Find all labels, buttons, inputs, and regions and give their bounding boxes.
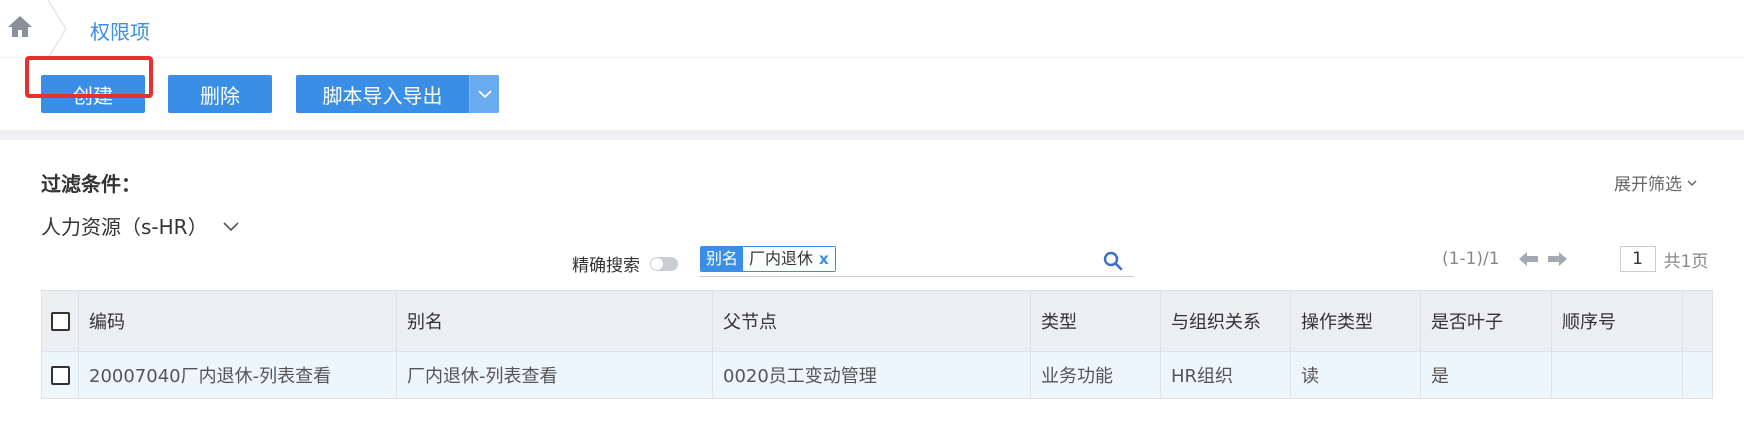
column-header[interactable]: 顺序号 bbox=[1552, 291, 1683, 351]
expand-filter-label: 展开筛选 bbox=[1614, 175, 1682, 195]
exact-search-toggle[interactable] bbox=[650, 256, 678, 271]
filter-title: 过滤条件： bbox=[41, 172, 141, 196]
permissions-table: 编码 别名 父节点 类型 与组织关系 操作类型 是否叶子 顺序号 2000704… bbox=[41, 290, 1713, 399]
filter-tag-value: 厂内退休 bbox=[749, 249, 814, 268]
table-cell: 业务功能 bbox=[1031, 352, 1161, 398]
table-cell: 厂内退休-列表查看 bbox=[397, 352, 713, 398]
department-selector[interactable]: 人力资源（s-HR） bbox=[41, 211, 240, 240]
row-select-cell bbox=[42, 352, 79, 398]
department-label: 人力资源（s-HR） bbox=[41, 215, 208, 239]
script-dropdown-toggle[interactable] bbox=[469, 75, 499, 113]
chevron-down-icon bbox=[477, 90, 492, 99]
table-cell: 读 bbox=[1291, 352, 1421, 398]
create-button[interactable]: 创建 bbox=[41, 75, 145, 113]
table-cell bbox=[1552, 352, 1683, 398]
pager-range: (1-1)/1 bbox=[1442, 249, 1500, 269]
pager-total: 共1页 bbox=[1663, 251, 1709, 272]
table-row[interactable]: 20007040厂内退休-列表查看 厂内退休-列表查看 0020员工变动管理 业… bbox=[42, 352, 1712, 398]
table-cell: HR组织 bbox=[1161, 352, 1291, 398]
row-checkbox[interactable] bbox=[51, 365, 70, 385]
select-all-cell bbox=[42, 291, 79, 351]
section-divider bbox=[0, 130, 1744, 140]
table-header: 编码 别名 父节点 类型 与组织关系 操作类型 是否叶子 顺序号 bbox=[42, 291, 1712, 352]
script-import-export-button[interactable]: 脚本导入导出 bbox=[296, 75, 469, 113]
column-header[interactable]: 与组织关系 bbox=[1161, 291, 1291, 351]
column-header[interactable]: 操作类型 bbox=[1291, 291, 1421, 351]
chevron-down-icon bbox=[1687, 179, 1697, 186]
table-cell-spacer bbox=[1683, 352, 1712, 398]
arrow-left-icon[interactable] bbox=[1518, 251, 1540, 267]
chevron-down-icon bbox=[223, 221, 239, 231]
home-icon[interactable] bbox=[6, 12, 34, 40]
toolbar: 创建 删除 脚本导入导出 bbox=[0, 58, 1744, 130]
column-header-spacer bbox=[1683, 291, 1712, 351]
select-all-checkbox[interactable] bbox=[51, 311, 70, 331]
expand-filter-link[interactable]: 展开筛选 bbox=[1614, 170, 1698, 195]
breadcrumb-separator-icon bbox=[47, 0, 67, 58]
table-cell: 0020员工变动管理 bbox=[713, 352, 1031, 398]
search-input[interactable]: 别名 厂内退休 x bbox=[700, 244, 1134, 277]
column-header[interactable]: 别名 bbox=[397, 291, 713, 351]
exact-search: 精确搜索 bbox=[572, 251, 678, 276]
filter-tag: 别名 厂内退休 x bbox=[700, 246, 836, 272]
column-header[interactable]: 编码 bbox=[79, 291, 397, 351]
filter-tag-remove-button[interactable]: x bbox=[819, 249, 829, 269]
search-icon[interactable] bbox=[1102, 250, 1124, 272]
column-header[interactable]: 是否叶子 bbox=[1421, 291, 1552, 351]
table-cell: 是 bbox=[1421, 352, 1552, 398]
arrow-right-icon[interactable] bbox=[1546, 251, 1568, 267]
pager: (1-1)/1 1 共1页 bbox=[1442, 246, 1708, 272]
pager-arrows bbox=[1518, 251, 1568, 267]
exact-search-label: 精确搜索 bbox=[572, 256, 640, 276]
column-header[interactable]: 父节点 bbox=[713, 291, 1031, 351]
page-number-input[interactable]: 1 bbox=[1619, 246, 1656, 272]
table-cell: 20007040厂内退休-列表查看 bbox=[79, 352, 397, 398]
delete-button[interactable]: 删除 bbox=[168, 75, 272, 113]
column-header[interactable]: 类型 bbox=[1031, 291, 1161, 351]
breadcrumb: 权限项 bbox=[0, 0, 1744, 58]
filter-tag-key: 别名 bbox=[701, 247, 744, 271]
breadcrumb-current[interactable]: 权限项 bbox=[90, 16, 150, 45]
filter-tag-value-wrap: 厂内退休 x bbox=[743, 247, 835, 271]
